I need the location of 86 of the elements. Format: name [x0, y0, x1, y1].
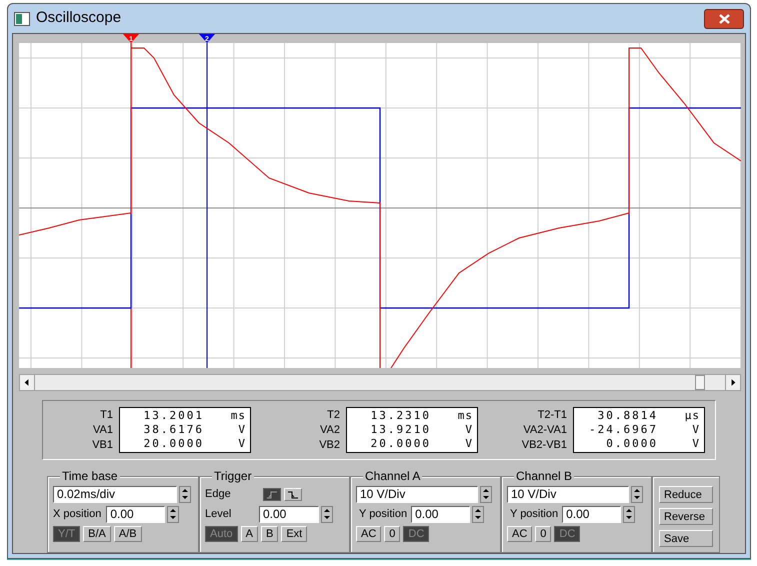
toggle-button[interactable]: Ext — [281, 526, 308, 542]
rising-edge-icon — [267, 490, 277, 498]
scroll-thumb[interactable] — [695, 375, 705, 390]
volts-per-div-field[interactable]: 10 V/Div — [507, 486, 629, 503]
field-label: X position — [53, 507, 102, 522]
readout-label: VA1 — [93, 422, 113, 438]
readout-value: 20.0000 — [370, 437, 431, 451]
spin-button[interactable] — [480, 486, 492, 503]
toggle-button[interactable]: B — [260, 526, 278, 542]
up-arrow-icon[interactable] — [180, 487, 190, 494]
spin-button[interactable] — [179, 486, 191, 503]
down-arrow-icon[interactable] — [632, 494, 642, 501]
readout-label: T2-T1 — [538, 408, 567, 422]
up-arrow-icon[interactable] — [624, 507, 634, 514]
readout-unit: V — [238, 423, 246, 437]
down-arrow-icon[interactable] — [481, 494, 491, 501]
field-label: Edge — [205, 487, 232, 502]
y-position-field[interactable]: 0.00 — [411, 506, 470, 523]
down-arrow-icon[interactable] — [473, 514, 484, 521]
spin-button[interactable] — [167, 506, 180, 523]
window-title: Oscilloscope — [36, 8, 122, 28]
spin-button[interactable] — [321, 506, 333, 523]
up-arrow-icon[interactable] — [322, 507, 332, 514]
readout-value: 13.9210 — [370, 423, 431, 437]
readout-unit: ms — [458, 409, 473, 423]
y-position-field[interactable]: 0.00 — [562, 506, 622, 523]
readout-unit: V — [692, 423, 700, 437]
field-label: Y position — [358, 507, 408, 522]
x-position-field[interactable]: 0.00 — [106, 506, 166, 523]
readout-value: 20.0000 — [142, 437, 204, 451]
readout-label: T1 — [100, 408, 113, 422]
down-arrow-icon[interactable] — [168, 514, 178, 521]
falling-edge-icon — [288, 490, 298, 498]
toggle-button[interactable]: AC — [356, 526, 382, 542]
readout-value: 0.0000 — [605, 437, 658, 451]
readout-label: VB1 — [92, 438, 113, 452]
action-button[interactable]: Save — [659, 530, 713, 547]
readout-label: VB2-VB1 — [522, 438, 567, 452]
readout-label: VA2-VA1 — [523, 422, 567, 438]
trigger-level-field[interactable]: 0.00 — [259, 506, 319, 523]
readout-value: 38.6176 — [142, 423, 204, 437]
readout-label: VB2 — [319, 438, 340, 452]
readout-unit: V — [238, 437, 246, 451]
toggle-button[interactable]: B/A — [83, 526, 111, 542]
group-title: Time base — [60, 469, 120, 483]
toggle-button[interactable]: A — [240, 526, 258, 542]
spin-button[interactable] — [623, 506, 636, 523]
readout-unit: V — [465, 423, 473, 437]
down-arrow-icon[interactable] — [624, 514, 634, 521]
spin-button[interactable] — [472, 506, 484, 523]
up-arrow-icon[interactable] — [632, 487, 642, 494]
scroll-right-icon[interactable] — [725, 375, 740, 390]
readout-value: -24.6967 — [588, 423, 658, 437]
time-scale-field[interactable]: 0.02ms/div — [53, 486, 177, 503]
action-button[interactable]: Reduce — [659, 486, 713, 503]
toggle-button[interactable]: AC — [507, 526, 532, 542]
action-button[interactable]: Reverse — [659, 508, 713, 525]
readout-unit: ms — [230, 409, 246, 423]
group-title: Trigger — [212, 469, 254, 483]
volts-per-div-field[interactable]: 10 V/Div — [356, 486, 478, 503]
toggle-button[interactable]: A/B — [114, 526, 142, 542]
group-title: Channel B — [514, 469, 574, 483]
spin-button[interactable] — [631, 486, 643, 503]
readout-label: T2 — [327, 408, 340, 422]
readout-unit: µs — [684, 409, 700, 423]
close-button[interactable] — [704, 8, 744, 28]
up-arrow-icon[interactable] — [473, 507, 484, 514]
scroll-left-icon[interactable] — [20, 375, 35, 390]
up-arrow-icon[interactable] — [168, 507, 178, 514]
scrollbar[interactable] — [19, 374, 741, 391]
readout-value: 30.8814 — [596, 409, 658, 423]
field-label: Level — [205, 507, 232, 522]
up-arrow-icon[interactable] — [481, 487, 491, 494]
readout-unit: V — [465, 437, 473, 451]
readout-unit: V — [692, 437, 700, 451]
readout-value: 13.2001 — [142, 409, 204, 423]
readout-label: VA2 — [320, 422, 340, 438]
down-arrow-icon[interactable] — [322, 514, 332, 521]
close-icon — [718, 14, 730, 24]
toggle-button[interactable]: 0 — [535, 526, 552, 542]
readout-value: 13.2310 — [370, 409, 431, 423]
down-arrow-icon[interactable] — [180, 494, 190, 501]
group-title: Channel A — [363, 469, 422, 483]
app-icon — [14, 12, 30, 26]
toggle-button[interactable]: 0 — [384, 526, 400, 542]
field-label: Y position — [509, 507, 558, 522]
